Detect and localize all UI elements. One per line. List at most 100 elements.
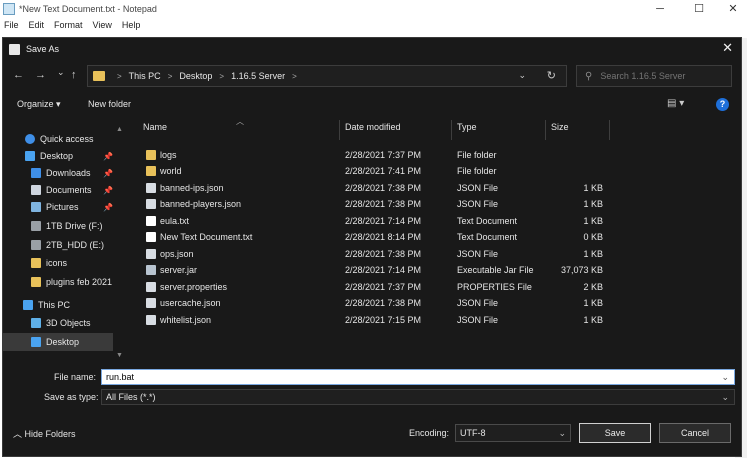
- chevron-down-icon[interactable]: ⌄: [721, 390, 729, 404]
- pin-icon: 📌: [103, 168, 113, 178]
- save-as-type-label: Save as type:: [44, 392, 99, 402]
- view-options-icon[interactable]: ▤ ▾: [667, 98, 684, 109]
- file-row-server-properties[interactable]: server.properties 2/28/2021 7:37 PM PROP…: [133, 279, 613, 295]
- file-size: 1 KB: [583, 249, 603, 259]
- file-size: 1 KB: [583, 199, 603, 209]
- nav-item-3d-objects[interactable]: 3D Objects: [3, 314, 123, 332]
- column-header-type[interactable]: Type: [457, 122, 477, 140]
- menu-help[interactable]: Help: [122, 20, 141, 34]
- menu-file[interactable]: File: [4, 20, 19, 34]
- file-row-logs[interactable]: logs 2/28/2021 7:37 PM File folder: [133, 147, 613, 163]
- breadcrumb-desktop[interactable]: Desktop: [179, 71, 212, 81]
- file-name-input[interactable]: run.bat ⌄: [101, 369, 735, 385]
- file-row-usercache[interactable]: usercache.json 2/28/2021 7:38 PM JSON Fi…: [133, 295, 613, 311]
- nav-item-label: Documents: [46, 185, 92, 195]
- nav-item-documents[interactable]: Documents 📌: [3, 181, 123, 199]
- column-header-name[interactable]: Name: [143, 122, 167, 140]
- nav-item-quick-access[interactable]: Quick access: [3, 130, 123, 148]
- column-divider[interactable]: [609, 120, 610, 140]
- dialog-close-icon[interactable]: ✕: [722, 40, 733, 56]
- jar-icon: [146, 265, 156, 275]
- folder-icon: [31, 258, 41, 268]
- column-header-date-modified[interactable]: Date modified: [345, 122, 401, 140]
- nav-item-label: icons: [46, 258, 68, 268]
- save-as-dialog: Save As ✕ ← → ⌄ ↑ > This PC > Desktop > …: [2, 37, 742, 457]
- file-row-new-text-document[interactable]: New Text Document.txt 2/28/2021 8:14 PM …: [133, 229, 613, 245]
- chevron-down-icon[interactable]: ⌄: [721, 370, 729, 384]
- save-button[interactable]: Save: [579, 423, 651, 443]
- file-row-whitelist[interactable]: whitelist.json 2/28/2021 7:15 PM JSON Fi…: [133, 312, 613, 328]
- file-type: File folder: [457, 150, 497, 160]
- pin-icon: 📌: [103, 151, 113, 161]
- menu-format[interactable]: Format: [54, 20, 83, 34]
- nav-item-pictures[interactable]: Pictures 📌: [3, 198, 123, 216]
- file-row-eula[interactable]: eula.txt 2/28/2021 7:14 PM Text Document…: [133, 213, 613, 229]
- file-name-row: File name: run.bat ⌄: [3, 368, 741, 388]
- file-size: 37,073 KB: [560, 265, 603, 275]
- address-bar[interactable]: > This PC > Desktop > 1.16.5 Server > ⌄ …: [87, 65, 567, 87]
- file-date: 2/28/2021 7:38 PM: [345, 298, 422, 308]
- forward-arrow-icon[interactable]: →: [35, 69, 46, 81]
- menu-edit[interactable]: Edit: [29, 20, 45, 34]
- nav-item-downloads[interactable]: Downloads 📌: [3, 164, 123, 182]
- notepad-app-icon: [3, 3, 15, 15]
- address-dropdown-chevron-icon[interactable]: ⌄: [518, 70, 526, 81]
- nav-item-label: Downloads: [46, 168, 91, 178]
- nav-item-2tb-hdd[interactable]: 2TB_HDD (E:): [3, 236, 123, 254]
- breadcrumb-server-folder[interactable]: 1.16.5 Server: [231, 71, 285, 81]
- folder-icon: [146, 166, 156, 176]
- scroll-up-icon[interactable]: ▲: [116, 126, 123, 133]
- nav-item-plugins-feb-2021[interactable]: plugins feb 2021: [3, 273, 123, 291]
- file-name: world: [160, 166, 182, 176]
- nav-item-desktop-selected[interactable]: Desktop: [3, 333, 113, 351]
- file-name: usercache.json: [160, 298, 221, 308]
- nav-item-desktop[interactable]: Desktop 📌: [3, 147, 123, 165]
- file-row-server-jar[interactable]: server.jar 2/28/2021 7:14 PM Executable …: [133, 262, 613, 278]
- organize-button[interactable]: Organize ▾: [17, 99, 61, 110]
- minimize-button[interactable]: ─: [643, 0, 677, 18]
- nav-item-this-pc[interactable]: This PC: [3, 296, 123, 314]
- file-row-world[interactable]: world 2/28/2021 7:41 PM File folder: [133, 163, 613, 179]
- drive-icon: [31, 221, 41, 231]
- maximize-button[interactable]: ☐: [682, 0, 716, 18]
- nav-item-label: Quick access: [40, 134, 94, 144]
- scroll-down-icon[interactable]: ▼: [116, 352, 123, 359]
- file-name: eula.txt: [160, 216, 190, 226]
- hide-folders-button[interactable]: ︿ Hide Folders: [13, 427, 76, 440]
- notepad-title-bar: *New Text Document.txt - Notepad ─ ☐ ✕: [0, 0, 747, 18]
- folder-icon: [31, 277, 41, 287]
- file-row-banned-players[interactable]: banned-players.json 2/28/2021 7:38 PM JS…: [133, 196, 613, 212]
- dialog-app-icon: [9, 43, 20, 55]
- new-folder-button[interactable]: New folder: [88, 99, 131, 109]
- nav-item-icons[interactable]: icons: [3, 254, 123, 272]
- file-date: 2/28/2021 7:37 PM: [345, 282, 422, 292]
- file-row-banned-ips[interactable]: banned-ips.json 2/28/2021 7:38 PM JSON F…: [133, 180, 613, 196]
- save-as-type-row: Save as type: All Files (*.*) ⌄: [3, 389, 741, 409]
- column-divider[interactable]: [545, 120, 546, 140]
- column-divider[interactable]: [451, 120, 452, 140]
- text-file-icon: [146, 232, 156, 242]
- cancel-button[interactable]: Cancel: [659, 423, 731, 443]
- close-window-button[interactable]: ✕: [716, 0, 747, 18]
- refresh-icon[interactable]: ↻: [547, 69, 556, 82]
- nav-pane-scrollbar[interactable]: ▲ ▼: [115, 122, 125, 362]
- search-input[interactable]: [600, 71, 721, 81]
- help-icon[interactable]: ?: [716, 98, 729, 111]
- column-divider[interactable]: [339, 120, 340, 140]
- back-arrow-icon[interactable]: ←: [13, 69, 24, 81]
- file-type: Text Document: [457, 216, 518, 226]
- up-arrow-icon[interactable]: ↑: [71, 69, 77, 81]
- column-header-size[interactable]: Size: [551, 122, 569, 140]
- encoding-select[interactable]: UTF-8 ⌄: [455, 424, 571, 442]
- file-date: 2/28/2021 7:38 PM: [345, 249, 422, 259]
- file-name-label: File name:: [54, 372, 97, 382]
- save-as-type-select[interactable]: All Files (*.*) ⌄: [101, 389, 735, 405]
- file-row-ops[interactable]: ops.json 2/28/2021 7:38 PM JSON File 1 K…: [133, 246, 613, 262]
- nav-item-1tb-drive[interactable]: 1TB Drive (F:): [3, 217, 123, 235]
- recent-locations-chevron-icon[interactable]: ⌄: [57, 67, 65, 78]
- menu-view[interactable]: View: [93, 20, 112, 34]
- search-box[interactable]: ⚲: [576, 65, 732, 87]
- breadcrumb-this-pc[interactable]: This PC: [129, 71, 161, 81]
- hide-folders-label: Hide Folders: [24, 429, 76, 439]
- file-size: 0 KB: [583, 232, 603, 242]
